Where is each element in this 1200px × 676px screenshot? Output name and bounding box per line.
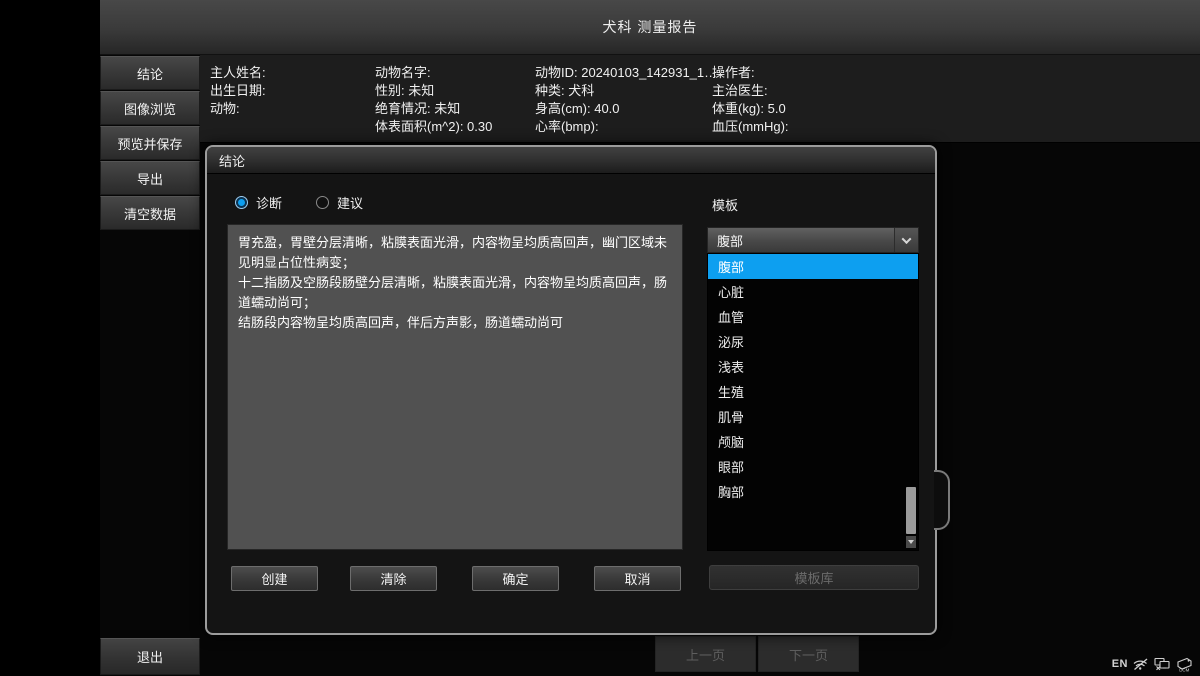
patient-info-column: 动物名字: 性别: 未知 绝育情况: 未知 体表面积(m^2): 0.30 — [375, 55, 535, 142]
dialog-title-bar[interactable]: 结论 — [207, 147, 935, 174]
diagnosis-textarea[interactable]: 胃充盈，胃壁分层清晰，粘膜表面光滑，内容物呈均质高回声，幽门区域未见明显占位性病… — [227, 224, 683, 550]
species-field: 种类: 犬科 — [535, 82, 712, 100]
template-combobox[interactable]: 腹部 — [707, 227, 919, 253]
radio-diagnosis[interactable]: 诊断 — [235, 193, 282, 212]
operator-field: 操作者: — [712, 64, 892, 82]
exit-button-label: 退出 — [137, 647, 163, 666]
dropdown-option-abdomen[interactable]: 腹部 — [708, 254, 918, 279]
sidebar-item-conclusion[interactable]: 结论 — [100, 56, 200, 90]
dialog-drag-handle[interactable] — [934, 470, 950, 530]
radio-label: 诊断 — [256, 193, 282, 212]
dropdown-option-urinary[interactable]: 泌尿 — [708, 329, 918, 354]
status-tray: EN DCM — [1112, 655, 1194, 673]
dropdown-option-reproductive[interactable]: 生殖 — [708, 379, 918, 404]
display-disconnected-icon — [1154, 657, 1171, 671]
body-surface-field: 体表面积(m^2): 0.30 — [375, 118, 535, 136]
dropdown-option-chest[interactable]: 胸部 — [708, 479, 918, 504]
radio-suggestion[interactable]: 建议 — [316, 193, 363, 212]
sidebar-item-label: 导出 — [137, 169, 163, 188]
prev-page-button[interactable]: 上一页 — [655, 636, 756, 672]
sidebar-item-preview-save[interactable]: 预览并保存 — [100, 126, 200, 160]
confirm-button[interactable]: 确定 — [472, 566, 559, 591]
patient-info-panel: 主人姓名: 出生日期: 动物: 动物名字: 性别: 未知 绝育情况: 未知 体表… — [200, 55, 1200, 143]
radio-label: 建议 — [337, 193, 363, 212]
neuter-status-field: 绝育情况: 未知 — [375, 100, 535, 118]
create-button[interactable]: 创建 — [231, 566, 318, 591]
weight-field: 体重(kg): 5.0 — [712, 100, 892, 118]
dropdown-scrollbar[interactable] — [906, 487, 916, 549]
dropdown-option-eye[interactable]: 眼部 — [708, 454, 918, 479]
next-page-button[interactable]: 下一页 — [758, 636, 859, 672]
sidebar-item-label: 结论 — [137, 64, 163, 83]
sidebar-item-clear-data[interactable]: 清空数据 — [100, 196, 200, 230]
arrow-down-icon — [908, 540, 914, 544]
patient-info-column: 主人姓名: 出生日期: 动物: — [210, 55, 375, 142]
heart-rate-field: 心率(bmp): — [535, 118, 712, 136]
page-title: 犬科 测量报告 — [603, 17, 698, 37]
chevron-down-icon — [894, 228, 918, 252]
cancel-button[interactable]: 取消 — [594, 566, 681, 591]
conclusion-dialog: 结论 诊断 建议 胃充盈，胃壁分层清晰，粘膜表面光滑，内容物呈均质高回声，幽门区… — [205, 145, 937, 635]
next-page-label: 下一页 — [789, 645, 828, 664]
height-field: 身高(cm): 40.0 — [535, 100, 712, 118]
network-disconnected-icon — [1133, 657, 1149, 671]
birth-date-field: 出生日期: — [210, 82, 375, 100]
dropdown-option-vessels[interactable]: 血管 — [708, 304, 918, 329]
sidebar-item-label: 预览并保存 — [117, 134, 182, 153]
sidebar-item-export[interactable]: 导出 — [100, 161, 200, 195]
scrollbar-down-button[interactable] — [906, 536, 916, 548]
dicom-tag-icon: DCM — [1176, 657, 1194, 672]
template-selected-value: 腹部 — [708, 231, 894, 250]
owner-name-field: 主人姓名: — [210, 64, 375, 82]
blood-pressure-field: 血压(mmHg): — [712, 118, 892, 136]
attending-vet-field: 主治医生: — [712, 82, 892, 100]
dialog-title: 结论 — [219, 151, 245, 170]
patient-info-column: 操作者: 主治医生: 体重(kg): 5.0 血压(mmHg): — [712, 55, 892, 142]
template-label: 模板 — [712, 195, 738, 214]
dropdown-option-heart[interactable]: 心脏 — [708, 279, 918, 304]
dropdown-option-musculoskeletal[interactable]: 肌骨 — [708, 404, 918, 429]
radio-group: 诊断 建议 — [235, 193, 363, 212]
template-library-button: 模板库 — [709, 565, 919, 590]
app-root: 犬科 测量报告 结论 图像浏览 预览并保存 导出 清空数据 主人姓名: 出生日期… — [0, 0, 1200, 676]
sidebar-item-image-browse[interactable]: 图像浏览 — [100, 91, 200, 125]
sidebar-item-label: 图像浏览 — [124, 99, 176, 118]
left-black-column — [0, 0, 100, 676]
dropdown-option-superficial[interactable]: 浅表 — [708, 354, 918, 379]
template-dropdown-list: 腹部 心脏 血管 泌尿 浅表 生殖 肌骨 颅脑 眼部 胸部 — [707, 253, 919, 551]
language-indicator[interactable]: EN — [1112, 658, 1128, 670]
title-bar: 犬科 测量报告 — [100, 0, 1200, 55]
animal-name-field: 动物名字: — [375, 64, 535, 82]
clear-button[interactable]: 清除 — [350, 566, 437, 591]
scrollbar-thumb[interactable] — [906, 487, 916, 534]
patient-info-column: 动物ID: 20240103_142931_1… 种类: 犬科 身高(cm): … — [535, 55, 712, 142]
dropdown-option-cranial[interactable]: 颅脑 — [708, 429, 918, 454]
radio-selected-icon — [235, 196, 248, 209]
sidebar-item-label: 清空数据 — [124, 204, 176, 223]
animal-field: 动物: — [210, 100, 375, 118]
animal-id-field: 动物ID: 20240103_142931_1… — [535, 64, 712, 82]
svg-text:DCM: DCM — [1179, 667, 1189, 672]
radio-unselected-icon — [316, 196, 329, 209]
exit-button[interactable]: 退出 — [100, 638, 200, 675]
sex-field: 性别: 未知 — [375, 82, 535, 100]
prev-page-label: 上一页 — [686, 645, 725, 664]
